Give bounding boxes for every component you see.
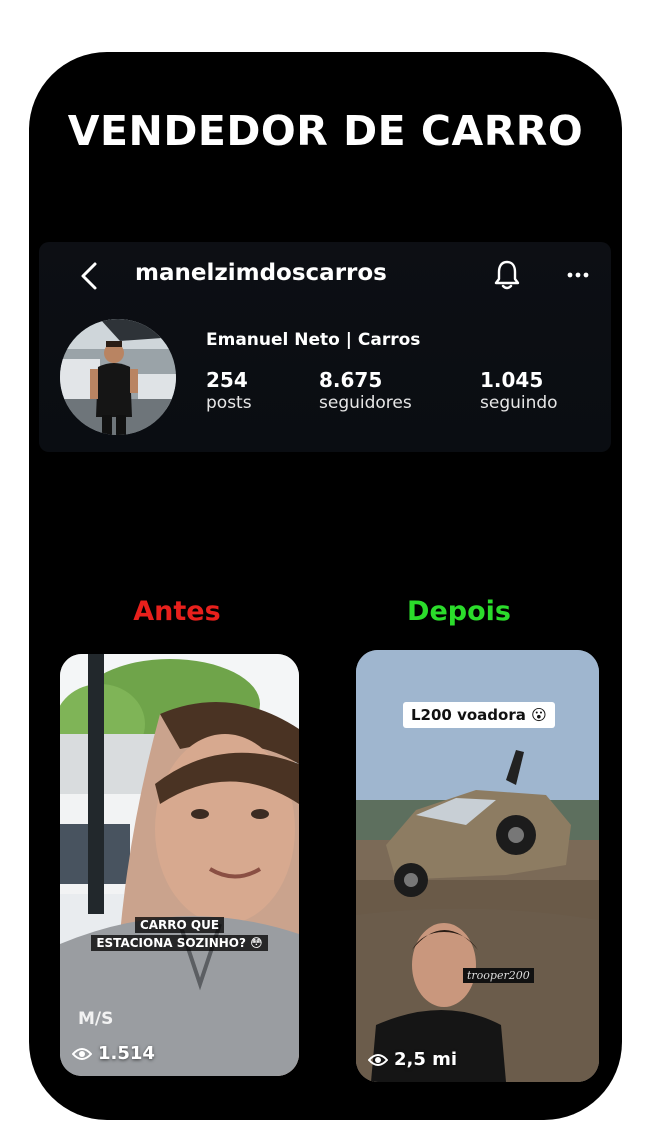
reel-after-sticker: L200 voadora 😮 [403, 702, 555, 728]
bell-icon[interactable] [492, 258, 522, 292]
stat-label: posts [206, 393, 252, 413]
stat-value: 254 [206, 368, 248, 392]
view-count-value: 1.514 [98, 1043, 155, 1064]
shirt-logo: M/S [78, 1009, 113, 1029]
caption-line: ESTACIONA SOZINHO? 😳 [91, 935, 268, 951]
profile-card: manelzimdoscarros Emanuel Neto | Carros … [39, 242, 611, 452]
reel-before-caption: CARRO QUE ESTACIONA SOZINHO? 😳 [60, 916, 299, 952]
stat-posts[interactable]: 254 posts [206, 368, 252, 414]
after-label: Depois [407, 596, 511, 627]
view-count: 2,5 mi [368, 1049, 457, 1070]
headline: VENDEDOR DE CARRO [67, 107, 584, 155]
reel-after[interactable]: L200 voadora 😮 trooper200 2,5 mi [356, 650, 599, 1082]
phone-frame: VENDEDOR DE CARRO manelzimdoscarros Eman… [29, 52, 622, 1120]
before-label: Antes [133, 596, 221, 627]
profile-display-name: Emanuel Neto | Carros [206, 330, 421, 350]
profile-username: manelzimdoscarros [135, 260, 387, 286]
view-count-value: 2,5 mi [394, 1049, 458, 1070]
eye-icon [368, 1053, 388, 1066]
stat-value: 8.675 [319, 368, 383, 392]
stat-value: 1.045 [480, 368, 544, 392]
eye-icon [72, 1047, 92, 1060]
stat-followers[interactable]: 8.675 seguidores [319, 368, 412, 414]
reel-before[interactable]: M/S CARRO QUE ESTACIONA SOZINHO? 😳 1.514 [60, 654, 299, 1076]
more-icon[interactable] [565, 262, 591, 288]
caption-line: CARRO QUE [134, 917, 225, 933]
back-icon[interactable] [77, 258, 101, 294]
stat-following[interactable]: 1.045 seguindo [480, 368, 558, 414]
stat-label: seguindo [480, 393, 558, 413]
stat-label: seguidores [319, 393, 412, 413]
view-count: 1.514 [72, 1043, 155, 1064]
reel-before-thumbnail: M/S [60, 654, 299, 1076]
avatar[interactable] [60, 319, 176, 435]
reel-after-handle-tag: trooper200 [463, 968, 534, 983]
